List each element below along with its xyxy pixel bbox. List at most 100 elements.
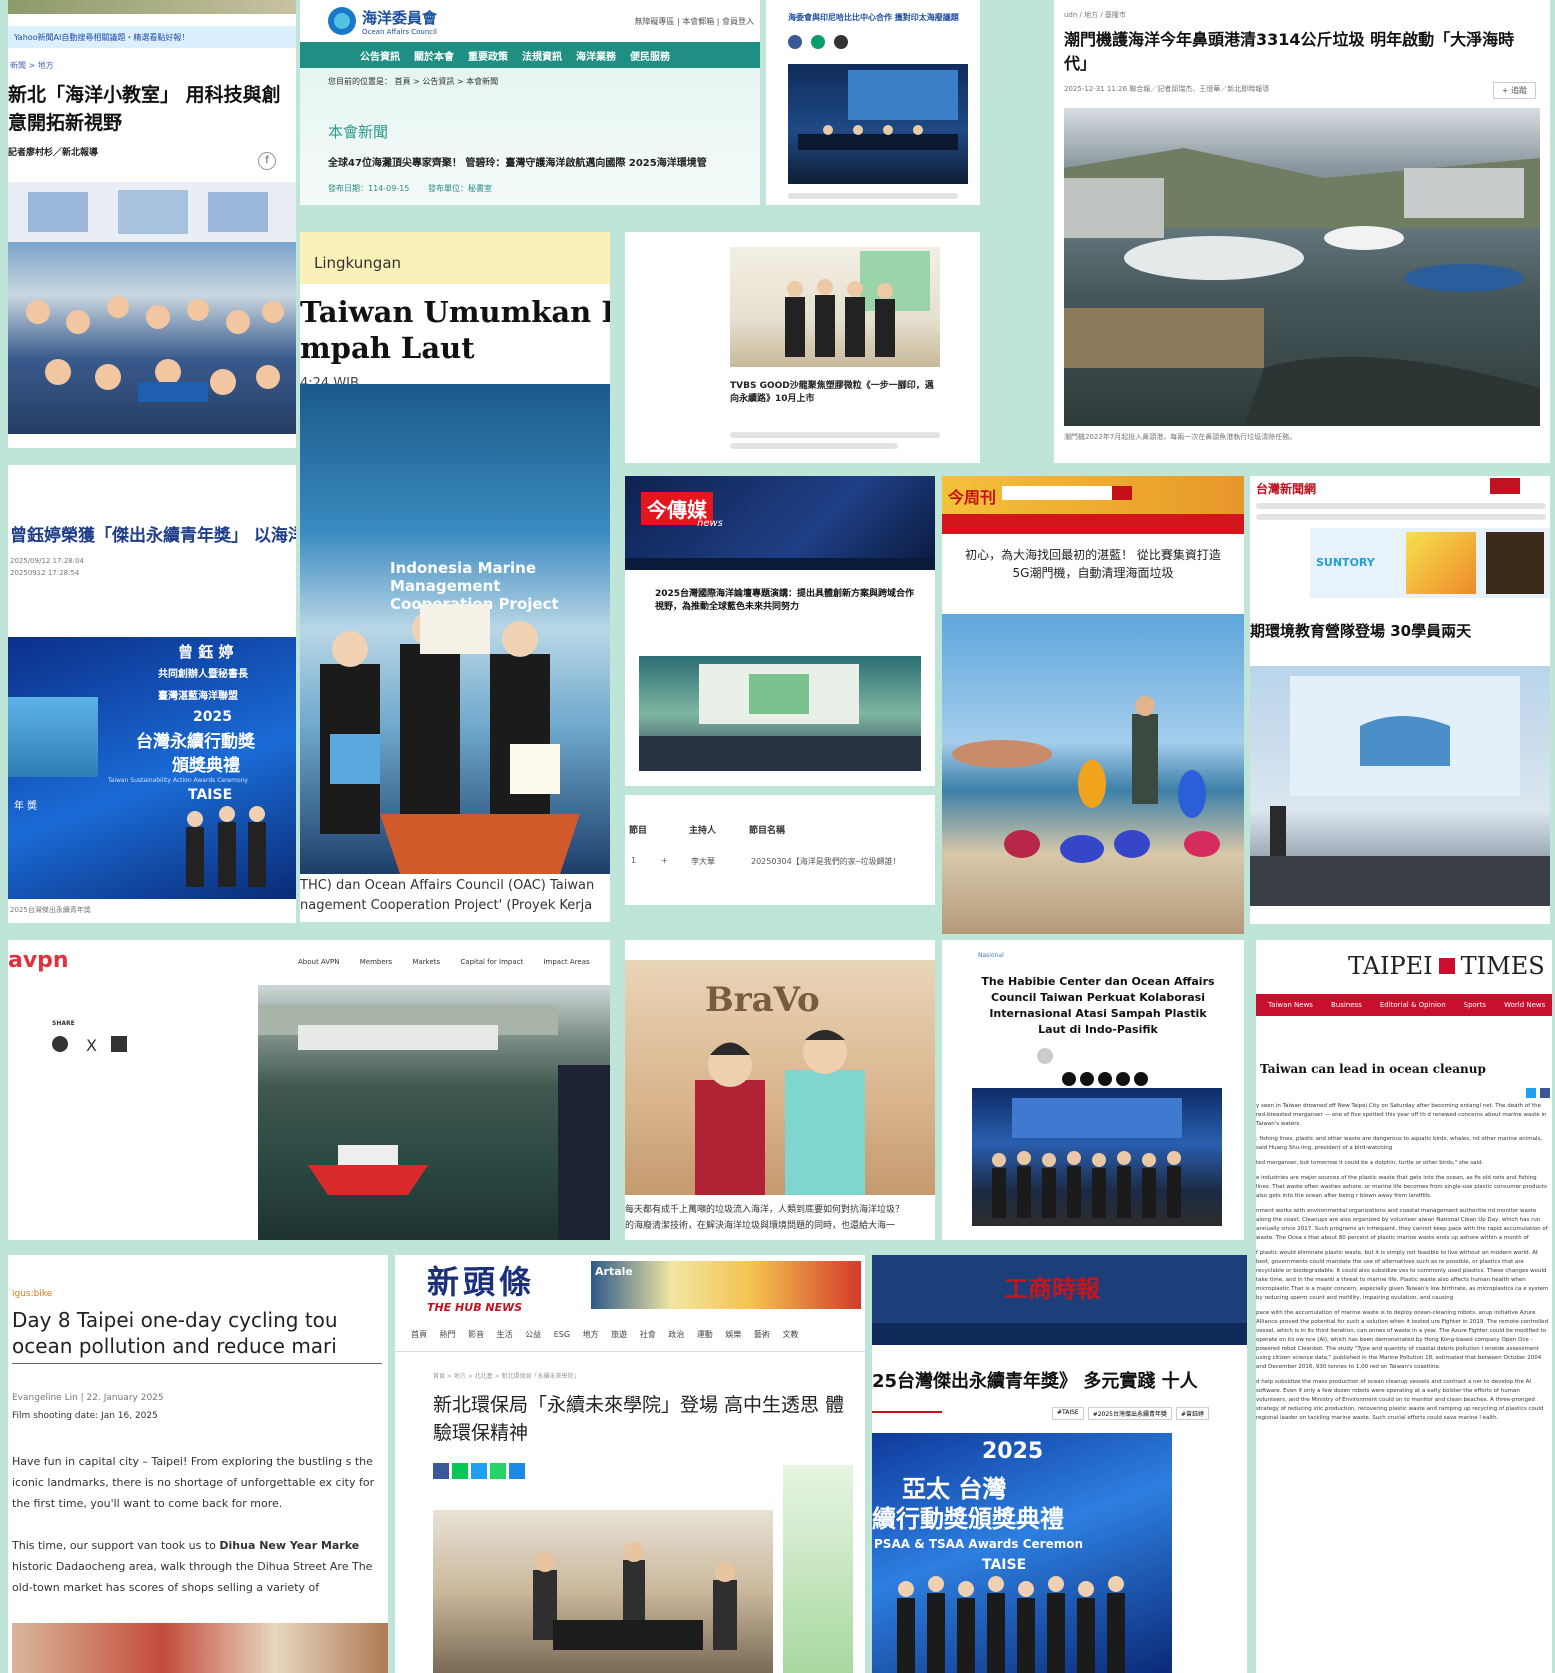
expand-icon[interactable]: + [661, 856, 691, 867]
news-tile-environmental-camp[interactable]: 台灣新聞網 SUNTORY 期環境教育營隊登場 30學員兩天 [1250, 476, 1550, 924]
news-tile-commercial-times[interactable]: 工商時報 25台灣傑出永續青年獎》 多元實踐 十人 #TAISE #2025台灣… [872, 1255, 1247, 1673]
oac-logo-icon[interactable] [328, 7, 356, 35]
headline[interactable]: 初心，為大海找回最初的湛藍！ 從比賽集資打造5G潮門機，自動清理海面垃圾 [962, 546, 1224, 582]
news-tile-habibie-nasional[interactable]: Nasional The Habibie Center dan Ocean Af… [942, 940, 1244, 1240]
news-tile-tvbs-good[interactable]: TVBS GOOD沙龍聚焦塑膠微粒《一步一腳印，邁向永續路》10月上市 [625, 232, 980, 463]
nav-item[interactable]: 娛樂 [725, 1330, 741, 1339]
top-links[interactable]: 無障礙專區 | 本會郵箱 | 會員登入 [634, 16, 754, 27]
headline[interactable]: 海委會與印尼哈比比中心合作 攜對印太海廢議題 [788, 12, 972, 24]
facebook-icon[interactable] [1540, 1088, 1550, 1098]
news-tile-igus-bike[interactable]: igus:bike Day 8 Taipei one-day cycling t… [8, 1255, 388, 1673]
hub-logo[interactable]: 新頭條 THE HUB NEWS [427, 1257, 535, 1314]
ad-banner[interactable]: SUNTORY [1310, 528, 1550, 598]
nav-ocean-affairs[interactable]: 海洋業務 [576, 48, 616, 63]
breadcrumb[interactable]: 首頁 > 地方 > 北北基 > 新北環保局「永續未來學院」 [433, 1371, 580, 1380]
bold-link[interactable]: Dihua New Year Marke [219, 1539, 359, 1552]
side-ad[interactable] [783, 1465, 853, 1673]
nav-business[interactable]: Business [1331, 1001, 1362, 1009]
nav-markets[interactable]: Markets [412, 958, 440, 966]
news-tile-habibie-cooperation[interactable]: 海委會與印尼哈比比中心合作 攜對印太海廢議題 [766, 0, 980, 205]
nav-policy[interactable]: 重要政策 [468, 48, 508, 63]
bt-logo[interactable]: 今周刊 [948, 484, 996, 508]
nav-sports[interactable]: Sports [1464, 1001, 1486, 1009]
nav-item[interactable]: 地方 [583, 1330, 599, 1339]
follow-button[interactable]: + 追蹤 [1492, 82, 1536, 99]
ad-banner[interactable]: Artale [591, 1261, 861, 1309]
facebook-icon[interactable] [788, 35, 802, 49]
nav-item[interactable]: 政治 [668, 1330, 684, 1339]
share-icon-3[interactable] [1098, 1072, 1112, 1086]
news-tile-bravo-radio[interactable]: BraVo 每天都有成千上萬噸的垃圾流入海洋，人類到底要如何對抗海洋垃圾？ 的海… [625, 940, 935, 1240]
nav-announcements[interactable]: 公告資訊 [360, 48, 400, 63]
x-icon[interactable] [834, 35, 849, 49]
nav-capital[interactable]: Capital for Impact [460, 958, 523, 966]
radio-program-table[interactable]: 節目 主持人 節目名稱 1 + 李大華 20250304【海洋是我們的家─垃圾歸… [625, 795, 935, 905]
headline[interactable]: TVBS GOOD沙龍聚焦塑膠微粒《一步一腳印，邁向永續路》10月上市 [730, 380, 940, 406]
whatsapp-icon[interactable] [490, 1463, 506, 1479]
headline[interactable]: 2025台灣國際海洋論壇專題演講：提出具體創新方案與跨域合作視野，為推動全球藍色… [655, 588, 923, 614]
tag[interactable]: #TAISE [1052, 1407, 1084, 1420]
facebook-icon[interactable]: f [258, 152, 276, 170]
linkedin-icon[interactable] [110, 1036, 127, 1052]
ai-news-banner[interactable]: Yahoo新聞AI自動搜尋相關議題・精選看點好報！ [8, 26, 296, 48]
news-tile-indonesian-report[interactable]: Lingkungan Taiwan Umumkan Ke mpah Laut 4… [300, 232, 610, 922]
tag[interactable]: #2025台灣傑出永續青年獎 [1087, 1407, 1173, 1420]
nav-item[interactable]: 生活 [497, 1330, 513, 1339]
news-tile-business-today[interactable]: 今周刊 初心，為大海找回最初的湛藍！ 從比賽集資打造5G潮門機，自動清理海面垃圾 [942, 476, 1244, 934]
facebook-icon[interactable] [433, 1463, 449, 1479]
nav-about[interactable]: About AVPN [298, 958, 340, 966]
nav-item[interactable]: 公益 [525, 1330, 541, 1339]
twitter-icon[interactable] [1526, 1088, 1536, 1098]
breadcrumb[interactable]: 新聞 > 地方 [10, 60, 296, 71]
news-tile-youth-award[interactable]: 曾鈺婷榮獲「傑出永續青年獎」 以海洋、鏈結國際永續 2025/09/12 17:… [8, 465, 296, 923]
nav-regulations[interactable]: 法規資訊 [522, 48, 562, 63]
news-tile-udn-cleanup[interactable]: udn / 地方 / 基隆市 潮門機護海洋今年鼻頭港清3314公斤垃圾 明年啟動… [1054, 0, 1550, 463]
nav-members[interactable]: Members [360, 958, 392, 966]
nav-item[interactable]: 首頁 [411, 1330, 427, 1339]
nav-taiwan-news[interactable]: Taiwan News [1268, 1001, 1313, 1009]
line-icon[interactable] [452, 1463, 468, 1479]
nav-item[interactable]: 藝術 [754, 1330, 770, 1339]
nav-item[interactable]: 文教 [782, 1330, 798, 1339]
news-tile-ocean-affairs-council[interactable]: 海洋委員會 Ocean Affairs Council 無障礙專區 | 本會郵箱… [300, 0, 760, 205]
nav-item[interactable]: ESG [554, 1330, 570, 1339]
search-icon[interactable] [1112, 486, 1132, 500]
news-tile-now-news-forum[interactable]: 今傳媒 news 2025台灣國際海洋論壇專題演講：提出具體創新方案與跨域合作視… [625, 476, 935, 786]
nav-editorial[interactable]: Editorial & Opinion [1380, 1001, 1446, 1009]
nav-impact[interactable]: Impact Areas [543, 958, 589, 966]
site-logo[interactable]: 台灣新聞網 [1256, 480, 1316, 497]
facebook-icon[interactable] [52, 1036, 68, 1052]
nav-item[interactable]: 旅遊 [611, 1330, 627, 1339]
tag[interactable]: #曾鈺婷 [1176, 1407, 1210, 1420]
line-icon[interactable] [811, 35, 826, 49]
nav-services[interactable]: 便民服務 [630, 48, 670, 63]
share-icon-2[interactable] [1080, 1072, 1094, 1086]
category[interactable]: Nasional [978, 952, 1004, 959]
nav-item[interactable]: 社會 [640, 1330, 656, 1339]
nav-world-news[interactable]: World News [1504, 1001, 1545, 1009]
nav-about[interactable]: 關於本會 [414, 48, 454, 63]
breadcrumb[interactable]: udn / 地方 / 基隆市 [1064, 10, 1550, 20]
breadcrumb[interactable]: 您目前的位置是： 首頁 > 公告資訊 > 本會新聞 [328, 76, 760, 87]
news-tile-sea-classroom[interactable]: Yahoo新聞AI自動搜尋相關議題・精選看點好報！ 新聞 > 地方 新北「海洋小… [8, 0, 296, 448]
share-icon-1[interactable] [1062, 1072, 1076, 1086]
brand-tag[interactable]: igus:bike [12, 1289, 52, 1299]
news-tile-taipei-times[interactable]: TAIPEI TIMES Taiwan News Business Editor… [1256, 940, 1552, 1673]
nav-item[interactable]: 運動 [697, 1330, 713, 1339]
news-headline[interactable]: 全球47位海灘頂尖專家齊聚！ 管碧玲：臺灣守護海洋啟航邁向國際 2025海洋環境… [328, 154, 760, 169]
share-icon-5[interactable] [1134, 1072, 1148, 1086]
twitter-icon[interactable] [471, 1463, 487, 1479]
nav-lines[interactable] [1250, 498, 1550, 522]
share-icon-4[interactable] [1116, 1072, 1130, 1086]
news-tile-avpn[interactable]: avpn About AVPN Members Markets Capital … [8, 940, 610, 1240]
news-tile-the-hub-news[interactable]: 新頭條 THE HUB NEWS Artale 首頁 熱門 影音 生活 公益 E… [395, 1255, 865, 1673]
table-row[interactable]: 1 + 李大華 20250304【海洋是我們的家─垃圾歸誰！ [625, 836, 935, 867]
avpn-logo[interactable]: avpn [8, 948, 69, 973]
bt-nav-bar[interactable] [942, 514, 1244, 534]
x-icon[interactable]: X [86, 1036, 97, 1055]
category-bar[interactable]: Lingkungan [300, 232, 610, 284]
nav-item[interactable]: 影音 [468, 1330, 484, 1339]
nav-strip[interactable] [625, 558, 935, 570]
taipei-times-logo[interactable]: TAIPEI TIMES [1348, 952, 1545, 980]
ctee-nav[interactable] [872, 1323, 1247, 1345]
